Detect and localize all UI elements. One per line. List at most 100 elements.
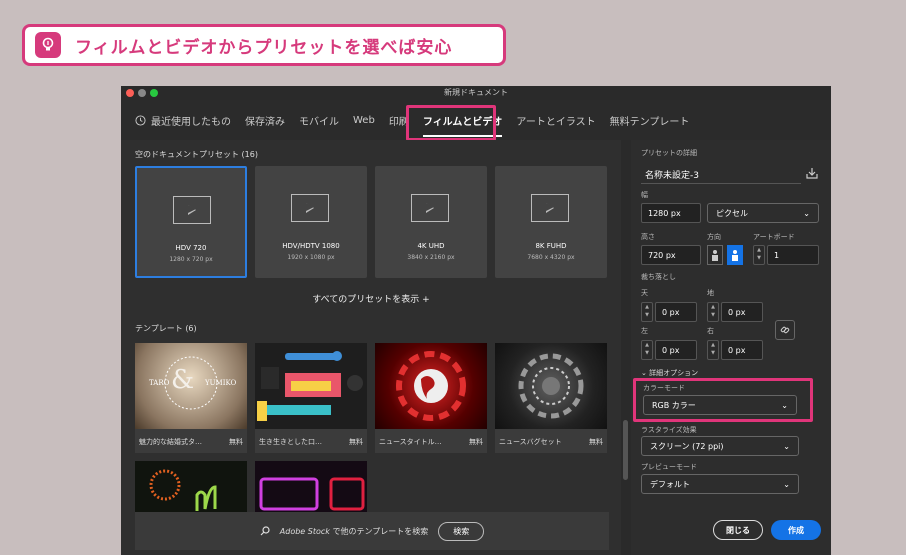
scrollbar[interactable]	[621, 140, 631, 555]
bleed-bottom-stepper[interactable]: ▲ ▼	[707, 302, 719, 322]
ampersand-text: &	[171, 365, 195, 395]
raster-effects-label: ラスタライズ効果	[641, 426, 697, 434]
search-button[interactable]: 検索	[438, 521, 485, 541]
preset-size: 1920 x 1080 px	[287, 254, 335, 261]
tab-label: 最近使用したもの	[151, 116, 231, 128]
preset-name: HDV/HDTV 1080	[282, 242, 340, 250]
tab-mobile[interactable]: モバイル	[299, 113, 339, 128]
save-preset-icon[interactable]	[805, 166, 819, 180]
unit-dropdown[interactable]: ピクセル ⌄	[707, 203, 819, 223]
preset-size: 7680 x 4320 px	[527, 254, 575, 261]
chevron-down-icon: ⌄	[783, 479, 790, 489]
preset-size: 3840 x 2160 px	[407, 254, 455, 261]
preview-mode-dropdown[interactable]: デフォルト ⌄	[641, 474, 799, 494]
artboard-label: アートボード	[753, 233, 795, 241]
template-title: 魅力的な結婚式タ…	[139, 438, 202, 446]
minimize-window-icon[interactable]	[138, 89, 146, 97]
portrait-icon[interactable]	[707, 245, 723, 265]
preset-name: HDV 720	[175, 244, 207, 252]
template-price: 無料	[349, 438, 363, 446]
width-input[interactable]: 1280 px	[641, 203, 701, 223]
chevron-down-icon: ⌄	[783, 441, 790, 451]
template-title: ニュースタイトル…	[379, 438, 442, 446]
bleed-top-stepper[interactable]: ▲ ▼	[641, 302, 653, 322]
banner-text: フィルムとビデオからプリセットを選べば安心	[75, 37, 453, 58]
tip-banner: フィルムとビデオからプリセットを選べば安心	[22, 24, 506, 66]
maximize-window-icon[interactable]	[150, 89, 158, 97]
play-icon	[291, 194, 329, 222]
bleed-bottom-label: 地	[707, 289, 714, 297]
height-label: 高さ	[641, 233, 655, 241]
bleed-right-stepper[interactable]: ▲ ▼	[707, 340, 719, 360]
preset-4kuhd[interactable]: 4K UHD 3840 x 2160 px	[375, 166, 487, 278]
document-name-field[interactable]: 名称未設定-3	[641, 162, 801, 184]
preset-details-panel: プリセットの詳細 名称未設定-3 幅 1280 px ピクセル ⌄ 高さ 720 …	[631, 140, 831, 555]
tab-label: Web	[353, 114, 375, 126]
width-label: 幅	[641, 191, 648, 199]
template-thumbnail	[375, 343, 487, 429]
artboard-input[interactable]: 1	[767, 245, 819, 265]
link-icon[interactable]	[775, 320, 795, 340]
preset-name: 4K UHD	[417, 242, 445, 250]
close-window-icon[interactable]	[126, 89, 134, 97]
raster-effects-dropdown[interactable]: スクリーン (72 ppi) ⌄	[641, 436, 799, 456]
category-tabs: 最近使用したもの 保存済み モバイル Web 印刷 フィルムとビデオ アートとイ…	[121, 100, 831, 141]
chevron-down-icon: ⌄	[641, 369, 650, 377]
presets-panel: 空のドキュメントプリセット (16) HDV 720 1280 x 720 px…	[121, 140, 621, 555]
bleed-bottom-input[interactable]: 0 px	[721, 302, 763, 322]
bleed-top-input[interactable]: 0 px	[655, 302, 697, 322]
name-text-1: TARO	[149, 379, 170, 387]
template-lower-third[interactable]: 生き生きとした口… 無料	[255, 343, 367, 453]
template-thumbnail: & TARO YUMIKO	[135, 343, 247, 429]
window-title: 新規ドキュメント	[444, 88, 508, 97]
search-prompt: Adobe Stock で他のテンプレートを検索	[279, 526, 429, 536]
tab-label: アートとイラスト	[516, 116, 596, 128]
bleed-label: 裁ち落とし	[641, 273, 676, 281]
play-icon	[531, 194, 569, 222]
close-button[interactable]: 閉じる	[713, 520, 763, 540]
adobe-stock-search: Adobe Stock で他のテンプレートを検索 検索	[135, 512, 609, 550]
tab-highlight-frame	[406, 105, 496, 141]
name-text-2: YUMIKO	[205, 379, 237, 387]
scrollbar-thumb[interactable]	[623, 420, 628, 480]
height-input[interactable]: 720 px	[641, 245, 701, 265]
tab-art-illustration[interactable]: アートとイラスト	[516, 113, 595, 128]
template-title: ニュースバグセット	[499, 438, 562, 446]
landscape-icon[interactable]	[727, 245, 743, 265]
template-thumbnail	[495, 343, 607, 429]
template-price: 無料	[229, 438, 243, 446]
preset-8kfuhd[interactable]: 8K FUHD 7680 x 4320 px	[495, 166, 607, 278]
play-icon	[411, 194, 449, 222]
tab-recent[interactable]: 最近使用したもの	[135, 113, 231, 128]
template-wedding[interactable]: & TARO YUMIKO 魅力的な結婚式タ… 無料	[135, 343, 247, 453]
preview-mode-label: プレビューモード	[641, 463, 697, 471]
search-icon	[260, 526, 270, 536]
orientation-label: 方向	[707, 233, 721, 241]
preset-hdtv1080[interactable]: HDV/HDTV 1080 1920 x 1080 px	[255, 166, 367, 278]
chevron-down-icon: ⌄	[803, 208, 810, 218]
preset-size: 1280 x 720 px	[169, 256, 213, 263]
template-news-bug-set[interactable]: ニュースバグセット 無料	[495, 343, 607, 453]
bleed-right-input[interactable]: 0 px	[721, 340, 763, 360]
bleed-top-label: 天	[641, 289, 648, 297]
template-price: 無料	[589, 438, 603, 446]
preset-hdv720[interactable]: HDV 720 1280 x 720 px	[135, 166, 247, 278]
new-document-dialog: 新規ドキュメント 最近使用したもの 保存済み モバイル Web 印刷 フィルムと…	[121, 86, 831, 555]
create-button[interactable]: 作成	[771, 520, 821, 540]
bleed-left-input[interactable]: 0 px	[655, 340, 697, 360]
bleed-left-label: 左	[641, 327, 648, 335]
title-bar: 新規ドキュメント	[121, 86, 831, 100]
show-all-presets-link[interactable]: すべてのプリセットを表示 +	[121, 292, 621, 305]
template-title: 生き生きとした口…	[259, 438, 322, 446]
tab-saved[interactable]: 保存済み	[245, 113, 285, 128]
artboard-stepper[interactable]: ▲ ▼	[753, 245, 765, 265]
template-price: 無料	[469, 438, 483, 446]
tab-web[interactable]: Web	[353, 115, 375, 126]
tab-free-templates[interactable]: 無料テンプレート	[610, 113, 690, 128]
advanced-options-toggle[interactable]: ⌄ 詳細オプション	[641, 368, 698, 378]
template-news-title[interactable]: ニュースタイトル… 無料	[375, 343, 487, 453]
presets-header: 空のドキュメントプリセット (16)	[135, 150, 258, 159]
preset-name: 8K FUHD	[535, 242, 567, 250]
bleed-left-stepper[interactable]: ▲ ▼	[641, 340, 653, 360]
play-icon	[173, 196, 211, 224]
